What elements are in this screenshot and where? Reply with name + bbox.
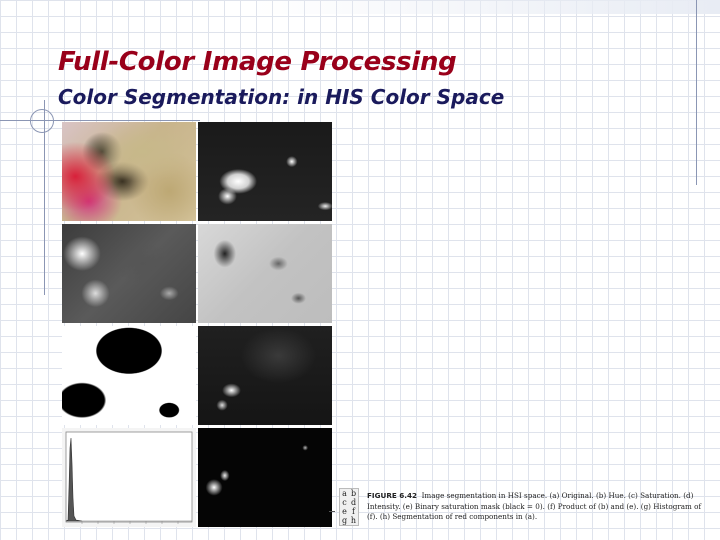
decor-circle [30,109,54,133]
letter-f: f [352,507,355,516]
figure-caption: FIGURE 6.42 Image segmentation in HSI sp… [367,491,707,523]
slide-subtitle: Color Segmentation: in HIS Color Space [58,85,505,109]
slide-title: Full-Color Image Processing [58,47,457,77]
panel-red-segmentation [198,428,332,527]
letter-c: c [342,498,347,507]
panel-hue [198,122,332,221]
panel-histogram [62,428,196,527]
panel-letter-key: a b c d e f g h [339,488,359,526]
letter-b: b [350,489,357,498]
panel-saturation [62,224,196,323]
letter-g: g [341,516,348,525]
decor-rule-right [696,0,697,185]
letter-e: e [342,507,347,516]
segmentation-figure [62,122,332,528]
dash-mark [329,511,335,512]
panel-original [62,122,196,221]
caption-text: Image segmentation in HSI space. (a) Ori… [367,491,702,521]
letter-h: h [350,516,357,525]
panel-product-hue-mask [198,326,332,425]
letter-a: a [342,489,347,498]
top-decor-band [250,0,720,14]
panel-intensity [198,224,332,323]
histogram-plot [65,431,193,524]
histogram-frame [65,431,193,523]
letter-d: d [350,498,357,507]
caption-label: FIGURE 6.42 [367,491,418,500]
panel-binary-saturation-mask [62,326,196,425]
